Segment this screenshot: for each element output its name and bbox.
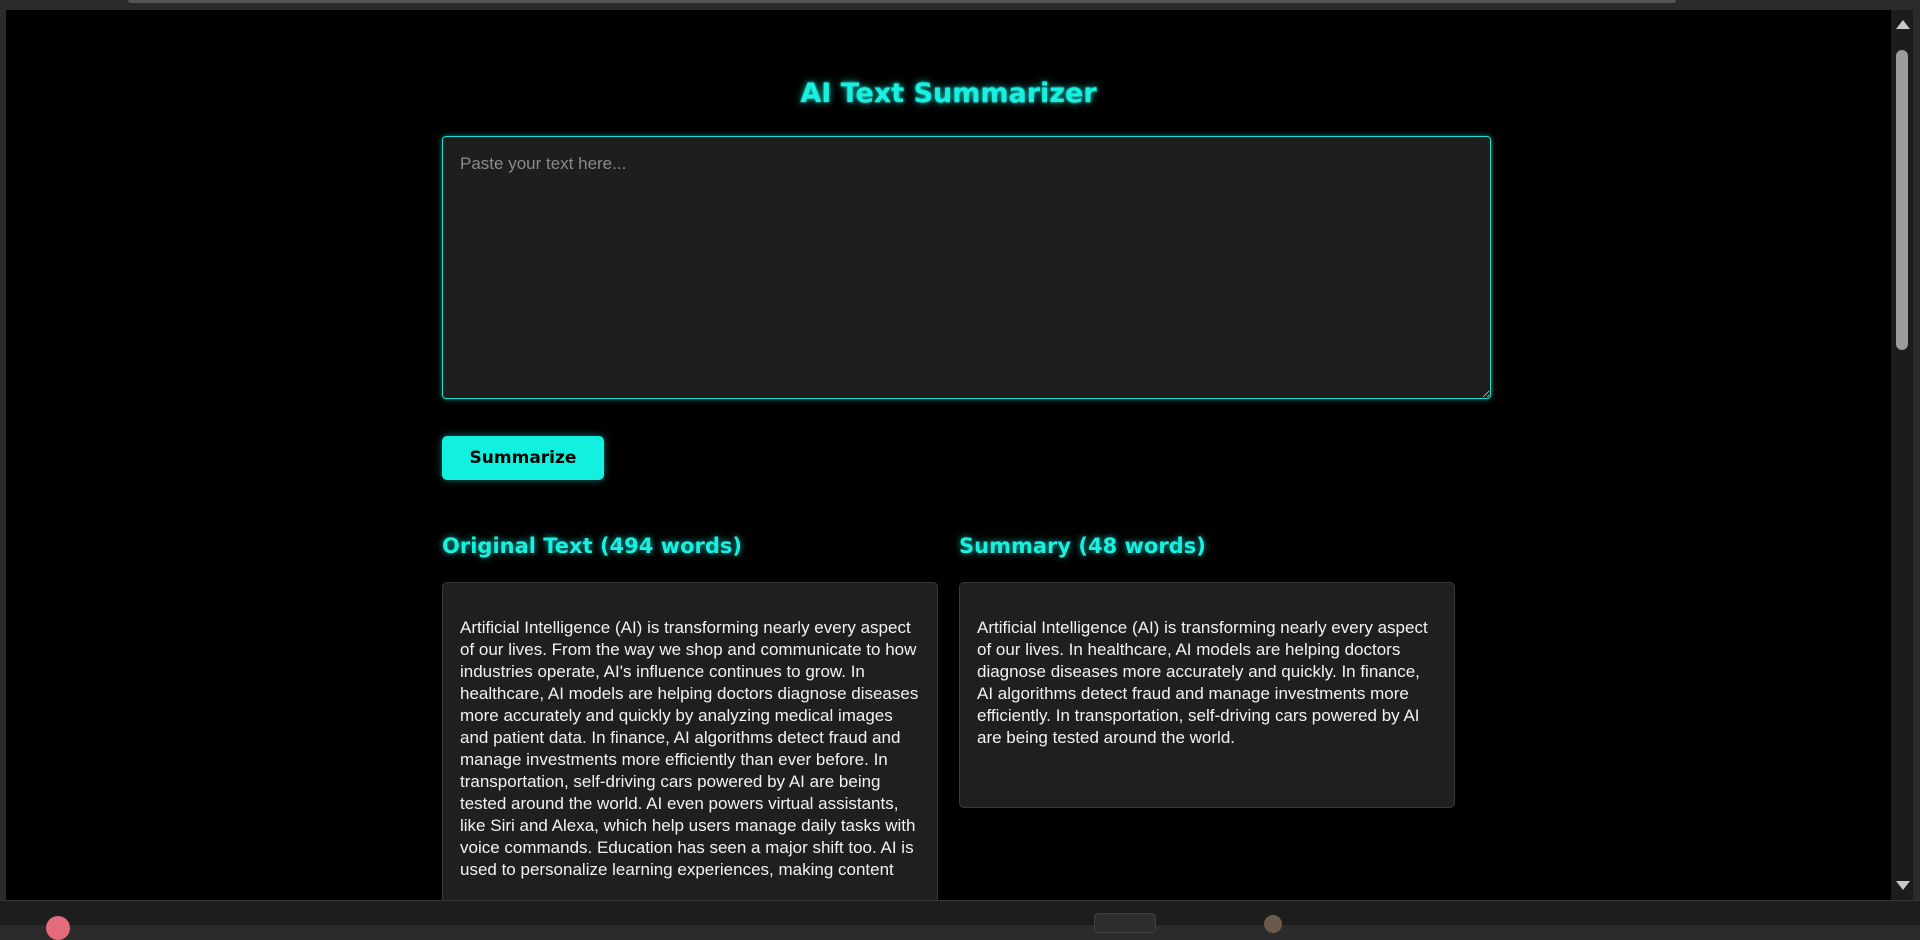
scrollbar-thumb[interactable] [1896,50,1908,350]
summary-panel: Artificial Intelligence (AI) is transfor… [959,582,1455,808]
page-title: AI Text Summarizer [800,78,1097,109]
taskbar-app-icon[interactable] [46,916,70,940]
summary-text-content: Artificial Intelligence (AI) is transfor… [977,618,1428,747]
text-input[interactable] [442,136,1491,399]
taskbar [0,900,1920,940]
scroll-down-arrow-icon[interactable] [1896,881,1910,890]
taskbar-avatar-icon[interactable] [1264,915,1282,933]
original-text-panel: Artificial Intelligence (AI) is transfor… [442,582,938,900]
taskbar-button[interactable] [1094,913,1156,933]
summary-heading: Summary (48 words) [959,534,1206,558]
browser-top-edge [128,0,1676,3]
vertical-scrollbar[interactable] [1891,10,1913,900]
summarize-button[interactable]: Summarize [442,436,604,480]
browser-top-strip [0,0,1920,10]
original-text-heading: Original Text (494 words) [442,534,742,558]
scroll-up-arrow-icon[interactable] [1896,20,1910,29]
original-text-content: Artificial Intelligence (AI) is transfor… [460,618,919,879]
page-viewport: AI Text Summarizer Summarize Original Te… [6,10,1891,900]
